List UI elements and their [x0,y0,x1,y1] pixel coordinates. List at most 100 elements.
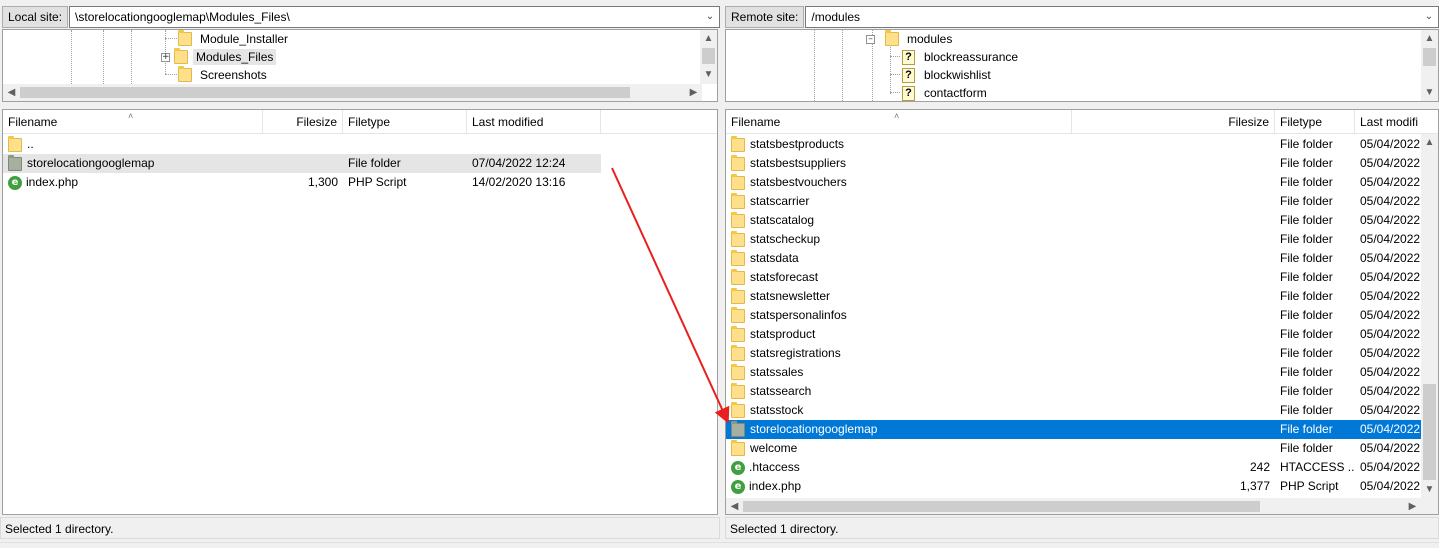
cell-modified: 05/04/2022 [1355,268,1425,287]
table-row[interactable]: statscarrier File folder 05/04/2022 [726,192,1421,211]
remote-list-vertical-scrollbar[interactable]: ▲ ▼ [1421,134,1438,498]
column-filetype[interactable]: Filetype [343,110,467,134]
scroll-down-icon[interactable]: ▼ [700,66,717,83]
column-filetype[interactable]: Filetype [1275,110,1355,134]
column-filesize[interactable]: Filesize [1072,110,1275,134]
local-file-list[interactable]: ˄ Filename Filesize Filetype Last modifi… [2,109,718,515]
scroll-down-icon[interactable]: ▼ [1421,481,1438,498]
scroll-left-icon[interactable]: ◀ [3,84,20,101]
tree-item-module-installer[interactable]: Module_Installer [178,30,291,48]
table-row[interactable]: storelocationgooglemap File folder 07/04/2… [3,154,601,173]
scroll-thumb[interactable] [1423,48,1436,66]
tree-item-blockreassurance[interactable]: ? blockreassurance [902,48,1021,66]
table-row[interactable]: statsbestsuppliers File folder 05/04/2022 [726,154,1421,173]
table-row[interactable]: e .htaccess 242 HTACCESS ... 05/04/2022 [726,458,1421,477]
cell-text: welcome [750,441,798,455]
cell-size [1072,192,1275,211]
table-row[interactable]: welcome File folder 05/04/2022 [726,439,1421,458]
local-site-path-input[interactable]: \storelocationgooglemap\Modules_Files\ ⌄ [69,6,720,28]
cell-name: statsbestproducts [726,135,1072,154]
cell-name: statsregistrations [726,344,1072,363]
table-row[interactable]: storelocationgooglemap File folder 05/04/2… [726,420,1421,439]
table-row[interactable]: statsbestproducts File folder 05/04/2022 [726,135,1421,154]
cell-text: PHP Script [1280,479,1339,493]
scroll-thumb[interactable] [20,87,630,98]
remote-tree-vertical-scrollbar[interactable]: ▲ ▼ [1421,30,1438,101]
scroll-left-icon[interactable]: ◀ [726,498,743,514]
tree-item-screenshots[interactable]: Screenshots [178,66,270,84]
remote-directory-tree[interactable]: – modules ? blockreassurance ? blockwish… [725,29,1439,102]
remote-file-list[interactable]: ˄ Filename Filesize Filetype Last modifi… [725,109,1439,515]
cell-text: 05/04/2022 [1360,422,1421,436]
sort-ascending-icon: ˄ [894,111,900,121]
scroll-up-icon[interactable]: ▲ [1421,134,1438,151]
cell-name: statssearch [726,382,1072,401]
local-tree-vertical-scrollbar[interactable]: ▲ ▼ [700,30,717,84]
cell-size [1072,325,1275,344]
remote-site-path-input[interactable]: /modules ⌄ [805,6,1439,28]
cell-modified: 07/04/2022 12:24 [467,154,601,173]
tree-item-contactform[interactable]: ? contactform [902,84,990,101]
table-row[interactable]: statsnewsletter File folder 05/04/2022 [726,287,1421,306]
expand-plus-icon[interactable]: + [161,52,170,62]
bottom-border [0,542,1439,548]
local-list-header: ˄ Filename Filesize Filetype Last modifi… [3,110,717,134]
cell-text: File folder [1280,422,1333,436]
table-row[interactable]: statsbestvouchers File folder 05/04/2022 [726,173,1421,192]
table-row[interactable]: statspersonalinfos File folder 05/04/2022 [726,306,1421,325]
chevron-down-icon[interactable]: ⌄ [703,7,717,27]
cell-text: statssales [750,365,804,379]
chevron-down-icon[interactable]: ⌄ [1422,7,1436,27]
cell-text: 242 [1249,460,1270,474]
table-row[interactable]: statsdata File folder 05/04/2022 [726,249,1421,268]
scroll-right-icon[interactable]: ▶ [685,84,702,101]
cell-text: 07/04/2022 12:24 [472,156,566,170]
column-filename[interactable]: ˄ Filename [726,110,1072,134]
table-row[interactable]: statscatalog File folder 05/04/2022 [726,211,1421,230]
scroll-thumb[interactable] [702,48,715,64]
local-directory-tree[interactable]: Module_Installer + Modules_Files Screens… [2,29,718,102]
cell-text: File folder [1280,346,1333,360]
column-filesize[interactable]: Filesize [263,110,343,134]
table-row[interactable]: statsstock File folder 05/04/2022 [726,401,1421,420]
tree-item-blockwishlist[interactable]: ? blockwishlist [902,66,994,84]
cell-type: File folder [343,154,467,173]
table-row[interactable]: e index.php 1,300 PHP Script 14/02/2020 13:1… [3,173,601,192]
table-row[interactable]: statsforecast File folder 05/04/2022 [726,268,1421,287]
cell-text: index.php [749,479,802,493]
cell-name: statssales [726,363,1072,382]
table-row[interactable]: statsregistrations File folder 05/04/2022 [726,344,1421,363]
tree-item-modules-files[interactable]: + Modules_Files [161,48,277,66]
scroll-up-icon[interactable]: ▲ [700,30,717,47]
scroll-thumb[interactable] [743,501,1260,512]
cell-size [1072,211,1275,230]
scroll-right-icon[interactable]: ▶ [1404,498,1421,514]
column-filename[interactable]: ˄ Filename [3,110,263,134]
folder-icon [731,268,745,285]
cell-text: File folder [1280,384,1333,398]
table-row[interactable]: e index.php 1,377 PHP Script 05/04/2022 [726,477,1421,496]
collapse-minus-icon[interactable]: – [866,34,875,44]
folder-icon [8,154,22,171]
scroll-thumb[interactable] [1423,384,1436,480]
table-row[interactable]: .. [3,135,601,154]
column-last-modified[interactable]: Last modified [467,110,601,134]
cell-modified: 05/04/2022 [1355,173,1425,192]
folder-icon [731,230,745,247]
tree-item-modules[interactable]: – modules [866,30,955,48]
tree-item-label: blockwishlist [924,68,991,82]
cell-text: 1,377 [1239,479,1270,493]
cell-size [1072,249,1275,268]
remote-list-horizontal-scrollbar[interactable]: ◀ ▶ [726,498,1438,514]
table-row[interactable]: statscheckup File folder 05/04/2022 [726,230,1421,249]
column-last-modified[interactable]: Last modifi [1355,110,1425,134]
scroll-up-icon[interactable]: ▲ [1421,30,1438,47]
cell-size [1072,382,1275,401]
cell-modified: 05/04/2022 [1355,135,1425,154]
local-tree-horizontal-scrollbar[interactable]: ◀ ▶ [3,84,702,101]
table-row[interactable]: statssearch File folder 05/04/2022 [726,382,1421,401]
table-row[interactable]: statssales File folder 05/04/2022 [726,363,1421,382]
cell-text: File folder [1280,156,1333,170]
table-row[interactable]: statsproduct File folder 05/04/2022 [726,325,1421,344]
scroll-down-icon[interactable]: ▼ [1421,84,1438,101]
